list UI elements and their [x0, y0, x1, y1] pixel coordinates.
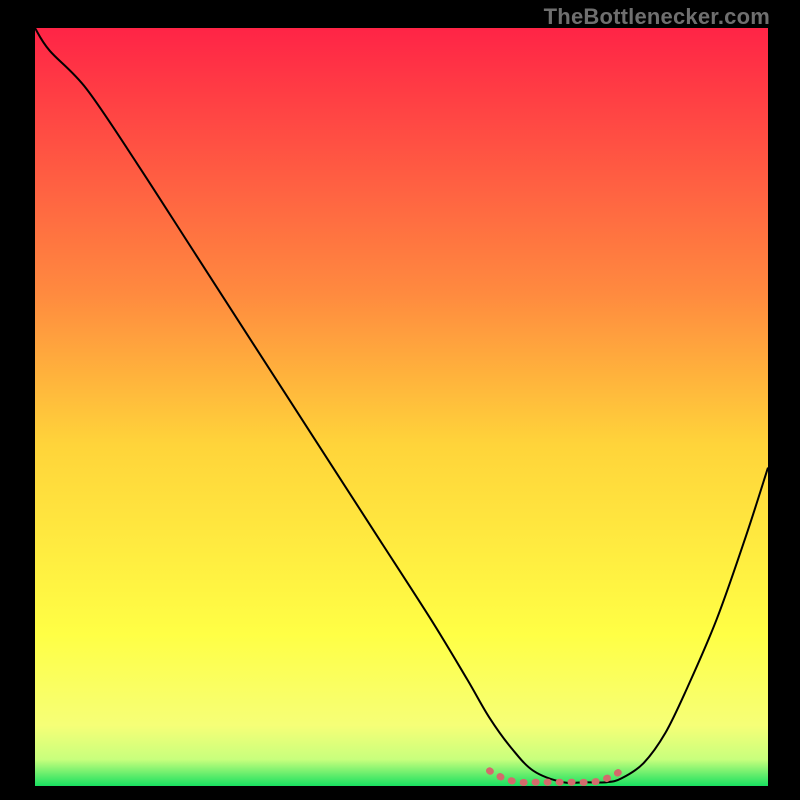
watermark-text: TheBottlenecker.com: [544, 4, 770, 30]
chart-frame: TheBottlenecker.com: [0, 0, 800, 800]
plot-svg: [35, 28, 768, 786]
gradient-background: [35, 28, 768, 786]
plot-area: [35, 28, 768, 786]
